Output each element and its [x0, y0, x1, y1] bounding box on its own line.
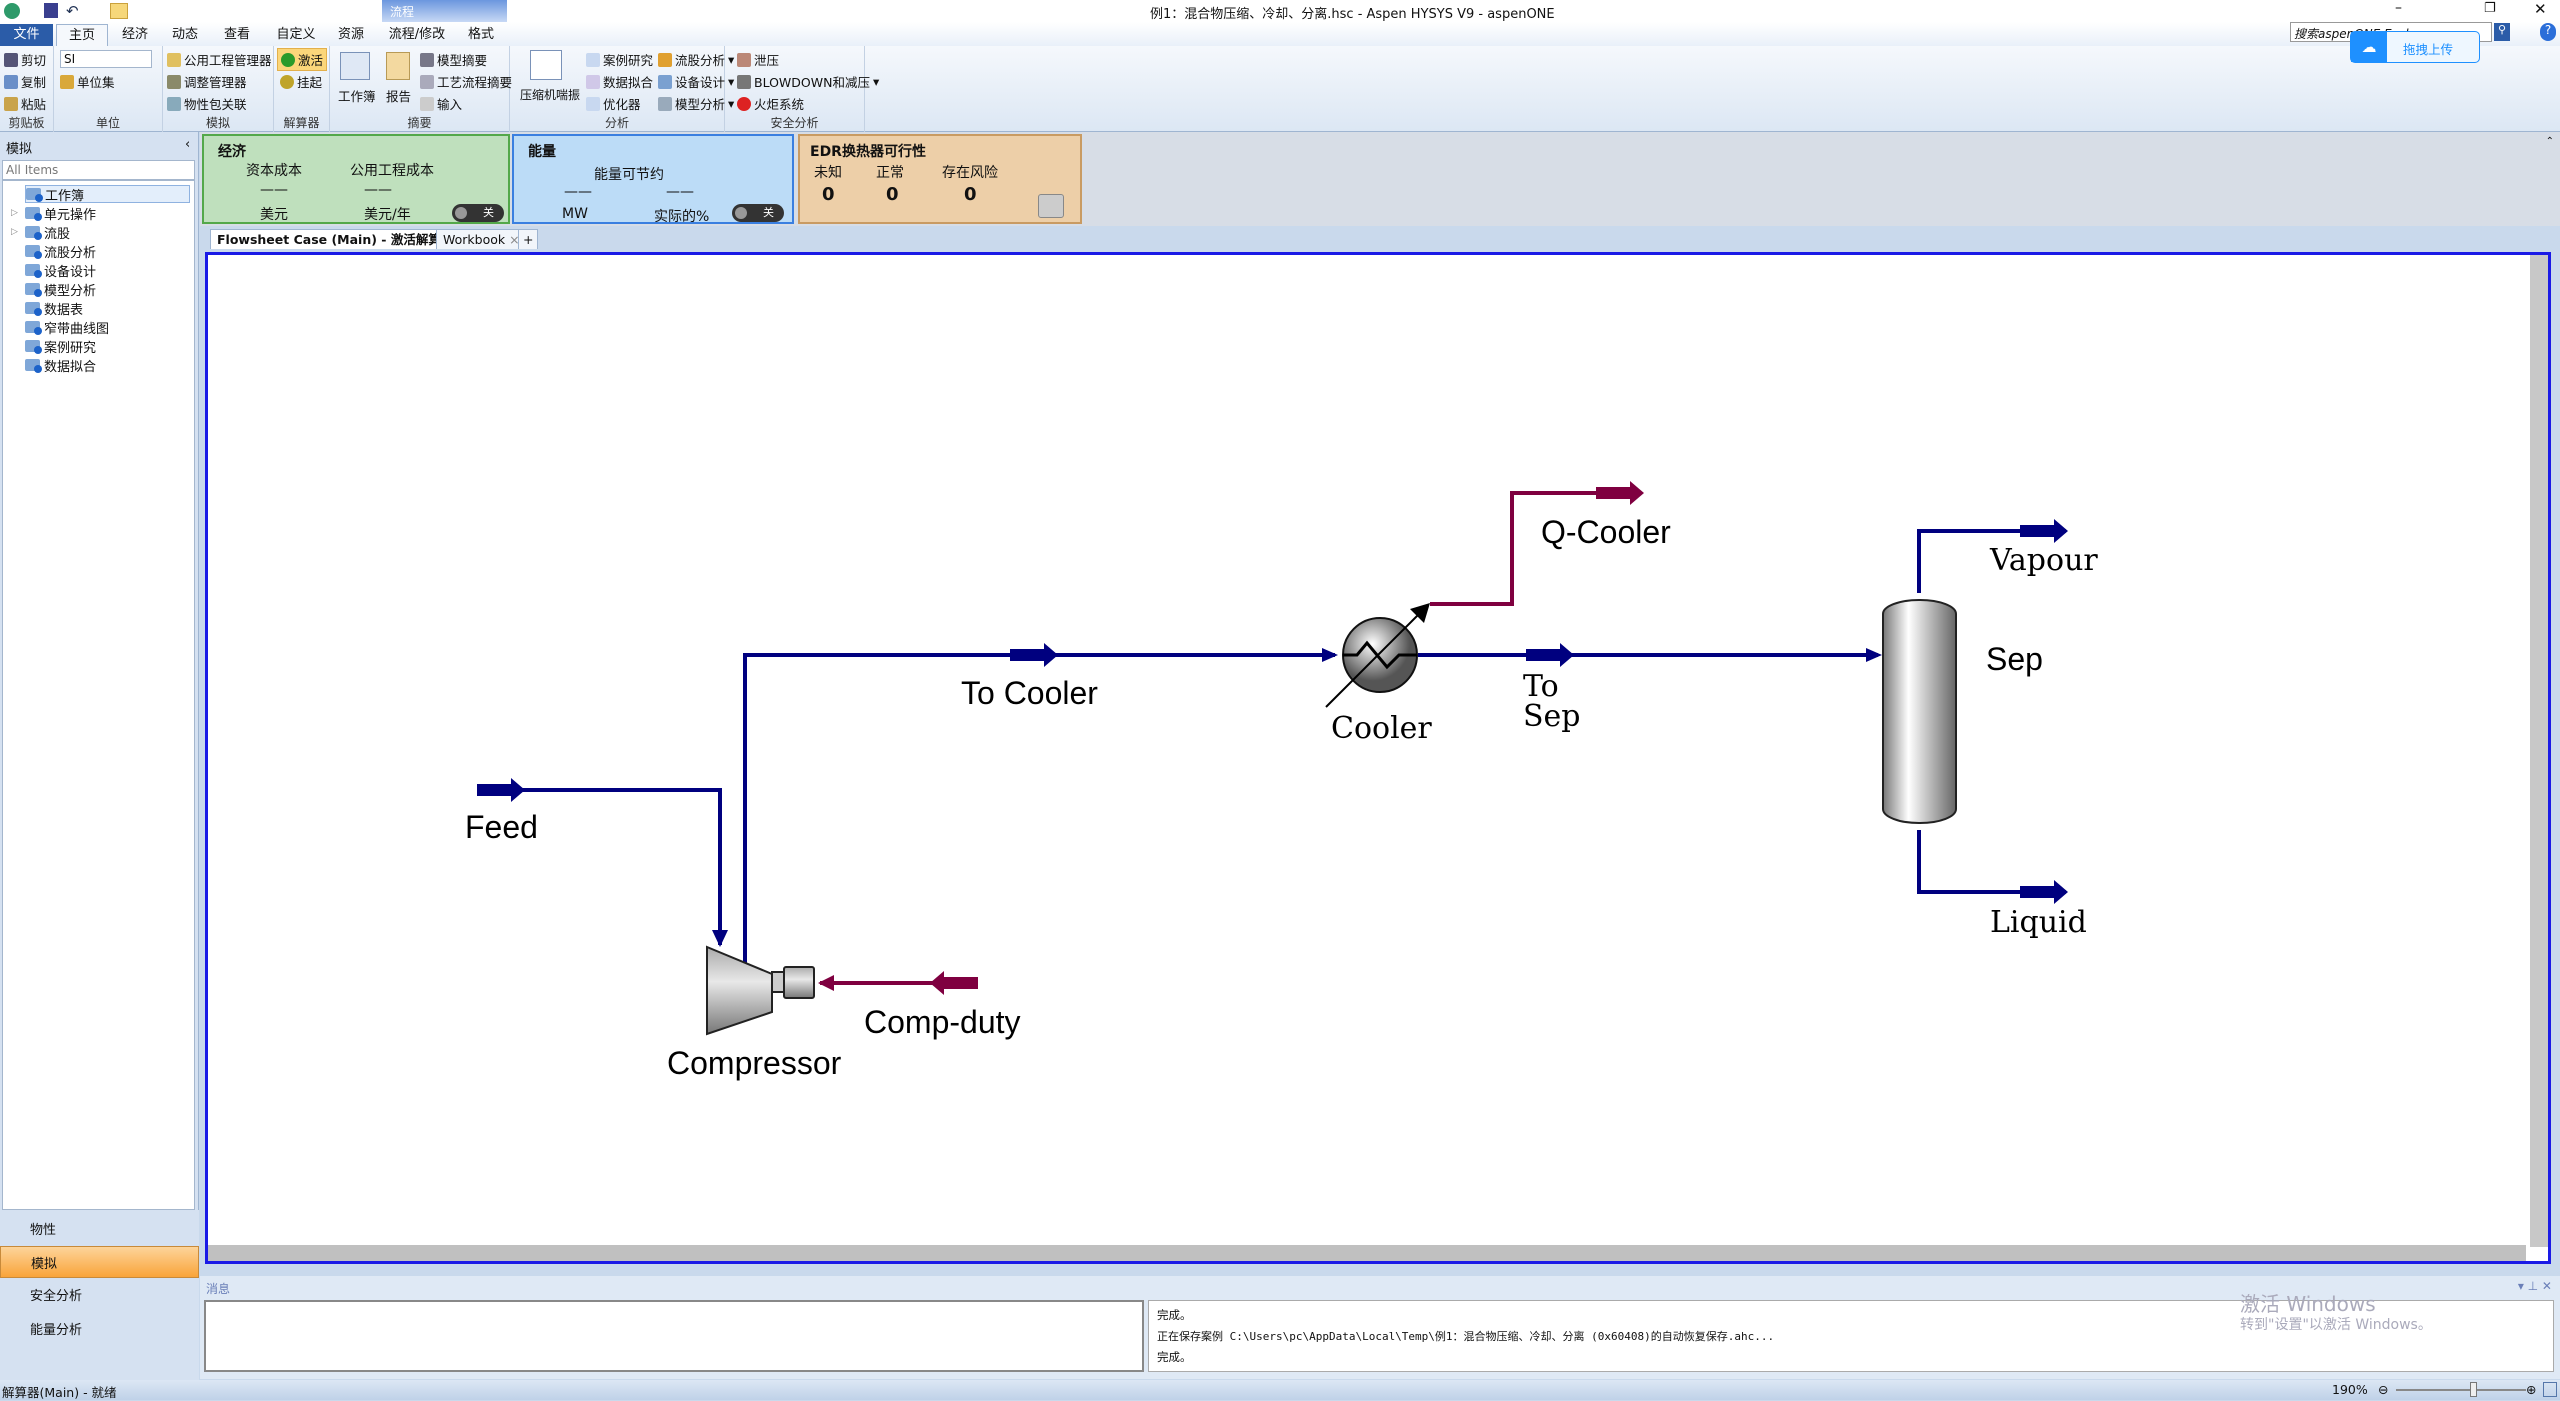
cooler-inlet-arrowhead: [1322, 648, 1338, 662]
separator-icon: [1882, 599, 1957, 824]
label-cooler[interactable]: Cooler: [1331, 711, 1432, 746]
label-compressor[interactable]: Compressor: [667, 1045, 842, 1081]
pane-controls[interactable]: ▾ ⊥ ✕: [2518, 1279, 2552, 1293]
compressor-icon: [706, 945, 815, 1036]
zoom-out-icon[interactable]: ⊖: [2378, 1382, 2388, 1397]
label-feed[interactable]: Feed: [465, 809, 538, 845]
upload-widget[interactable]: ☁ 拖拽上传: [2350, 31, 2480, 63]
inlet-arrowhead: [712, 930, 728, 947]
comp-duty-arrowhead: [818, 975, 834, 991]
messages-pane: 消息 ▾ ⊥ ✕ 完成。 正在保存案例 C:\Users\pc\AppData\…: [200, 1276, 2560, 1379]
zoom-in-icon[interactable]: ⊕: [2526, 1382, 2536, 1397]
status-text: 解算器(Main) - 就绪: [2, 1385, 117, 1400]
sep-inlet-arrowhead: [1866, 648, 1882, 662]
label-vapour[interactable]: Vapour: [1989, 543, 2098, 578]
activation-watermark-sub: 转到"设置"以激活 Windows。: [2240, 1317, 2432, 1333]
messages-left-box[interactable]: [204, 1300, 1144, 1372]
zoom-slider[interactable]: [2396, 1389, 2526, 1391]
flowsheet-drawing: Feed To Cooler Cooler To Sep Q-Cooler Va…: [465, 481, 2098, 1081]
zoom-level: 190%: [2332, 1382, 2368, 1397]
message-line: 完成。: [1157, 1350, 1192, 1364]
messages-title: 消息: [206, 1282, 231, 1296]
zoom-slider-thumb[interactable]: [2470, 1382, 2477, 1397]
cloud-icon: ☁: [2351, 32, 2387, 62]
cooler-icon: [1325, 603, 1430, 708]
label-liquid[interactable]: Liquid: [1990, 905, 2087, 940]
q-cooler-arrow: [1596, 481, 1644, 505]
upload-label: 拖拽上传: [2403, 42, 2454, 57]
comp-duty-arrow: [930, 971, 978, 995]
stream-arrows: [477, 519, 2068, 947]
label-to-cooler[interactable]: To Cooler: [961, 675, 1098, 711]
label-to-sep-line2[interactable]: Sep: [1523, 699, 1581, 734]
label-comp-duty[interactable]: Comp-duty: [864, 1004, 1021, 1040]
fit-to-window-icon[interactable]: [2543, 1382, 2557, 1397]
to-sep-arrow: [1526, 643, 1574, 667]
activation-watermark: 激活 Windows: [2240, 1292, 2376, 1316]
liquid-arrow: [2020, 880, 2068, 904]
vapour-arrow: [2020, 519, 2068, 543]
to-cooler-arrow: [1010, 643, 1058, 667]
status-bar: 解算器(Main) - 就绪 190% ⊖ ⊕: [0, 1380, 2560, 1400]
feed-arrow: [477, 778, 525, 802]
stream-liquid: [1917, 830, 2066, 894]
label-sep[interactable]: Sep: [1986, 641, 2043, 677]
label-q-cooler[interactable]: Q-Cooler: [1541, 514, 1671, 550]
